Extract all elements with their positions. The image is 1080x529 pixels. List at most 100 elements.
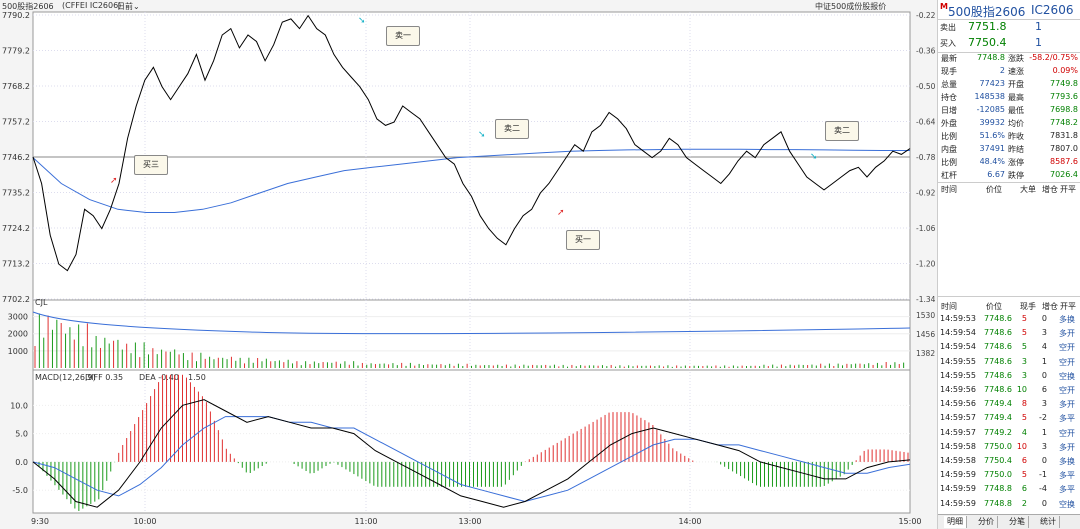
stat-label: 总量: [941, 80, 957, 89]
stat-value: 7807.0: [1050, 144, 1078, 153]
column-header: 开平: [1060, 302, 1076, 311]
tick-type: 多平: [1059, 485, 1075, 495]
panel-code: IC2606: [1031, 3, 1074, 17]
stat-row: 最新 7748.8 涨跌 -58.2/0.75%: [938, 52, 1080, 65]
tick-type: 多换: [1059, 457, 1075, 466]
panel-title: 500股指2606: [948, 5, 1026, 19]
stat-row: 比例 48.4% 涨停 8587.6: [938, 156, 1080, 169]
order-book: 卖出 7751.8 1 买入 7750.4 1: [938, 19, 1080, 53]
tick-time: 14:59:56: [940, 385, 976, 394]
stat-row: 内盘 37491 昨结 7807.0: [938, 143, 1080, 156]
sell-arrow-icon: ➘: [810, 152, 818, 162]
left-axis-tick: 7790.2: [2, 11, 30, 20]
tick-row[interactable]: 14:59:59 7748.8 2 0 空换: [938, 498, 1080, 511]
tick-price: 7748.6: [984, 342, 1012, 352]
stat-label: 最低: [1008, 106, 1024, 115]
ask-label: 卖出: [940, 23, 956, 32]
trade-note-sell1: 卖一: [386, 26, 420, 46]
stat-value: 8587.6: [1050, 157, 1078, 166]
tick-time: 14:59:59: [940, 498, 976, 508]
time-axis-tick: 11:00: [354, 517, 377, 526]
macd-diff-label: DIFF 0.35: [85, 373, 123, 382]
tick-row[interactable]: 14:59:56 7749.4 8 3 多开: [938, 398, 1080, 411]
tick-row[interactable]: 14:59:56 7748.6 10 6 空开: [938, 384, 1080, 397]
trade-note-buy3: 买三: [134, 155, 168, 175]
tick-volume: 6: [1021, 484, 1027, 494]
tick-oi-change: -4: [1039, 484, 1047, 494]
right-axis-tick: -1.20%: [916, 260, 935, 269]
panel-tab[interactable]: 统计: [1037, 516, 1060, 528]
tick-oi-change: 3: [1041, 328, 1047, 338]
oi-tick: 138256: [916, 349, 935, 358]
tick-oi-change: 0: [1041, 370, 1047, 380]
left-axis-tick: 7779.2: [2, 47, 30, 56]
left-axis-tick: 7757.2: [2, 118, 30, 127]
tick-row[interactable]: 14:59:59 7750.0 5 -1 多平: [938, 469, 1080, 482]
tick-volume: 10: [1016, 385, 1027, 394]
stat-row: 现手 2 速涨 0.09%: [938, 65, 1080, 78]
tick-oi-change: 3: [1041, 441, 1047, 451]
tick-volume: 5: [1021, 314, 1027, 323]
tick-price: 7750.0: [984, 470, 1012, 480]
stat-label: 昨收: [1008, 132, 1024, 141]
tick-type: 空开: [1059, 343, 1075, 353]
tick-type: 多换: [1059, 315, 1075, 324]
chart-area[interactable]: 7790.2 -0.22% 7779.2 -0.36% 7768.2 -0.50% 7757…: [0, 0, 935, 529]
tick-row[interactable]: 14:59:55 7748.6 3 0 空换: [938, 370, 1080, 383]
tick-price: 7750.4: [984, 456, 1012, 465]
tick-row[interactable]: 14:59:58 7750.4 6 0 多换: [938, 455, 1080, 468]
panel-tab[interactable]: 明细: [944, 516, 967, 528]
tick-oi-change: 4: [1041, 342, 1047, 352]
tick-row[interactable]: 14:59:53 7748.6 5 0 多换: [938, 313, 1080, 326]
stat-value: 37491: [979, 144, 1005, 153]
tick-row[interactable]: 14:59:54 7748.6 5 3 多开: [938, 327, 1080, 340]
stat-value: 7748.2: [1050, 118, 1078, 127]
stat-label: 比例: [941, 158, 957, 167]
tick-time: 14:59:59: [940, 484, 976, 494]
stat-label: 比例: [941, 132, 957, 141]
market-badge: M: [940, 2, 948, 11]
stat-value: 7793.6: [1050, 92, 1078, 101]
tick-row[interactable]: 14:59:55 7748.6 3 1 空开: [938, 356, 1080, 369]
ask-price: 7751.8: [968, 20, 1007, 33]
macd-tick: 5.0: [15, 430, 28, 439]
volume-tick: 2000: [8, 330, 28, 339]
tick-row[interactable]: 14:59:54 7748.6 5 4 空开: [938, 341, 1080, 354]
tick-oi-change: 1: [1041, 427, 1047, 437]
stat-label: 涨停: [1008, 158, 1024, 167]
tick-oi-change: 1: [1041, 356, 1047, 366]
panel-tab[interactable]: 分价: [975, 516, 998, 528]
ask-volume: 1: [1035, 20, 1042, 33]
tick-row[interactable]: 14:59:58 7750.0 10 3 多开: [938, 441, 1080, 454]
stat-label: 跌停: [1008, 171, 1024, 180]
tick-oi-change: -1: [1039, 470, 1047, 480]
right-axis-tick: -0.64%: [916, 118, 935, 127]
panel-tab[interactable]: 分笔: [1006, 516, 1029, 528]
tick-time: 14:59:54: [940, 328, 976, 338]
tick-volume: 2: [1021, 498, 1027, 508]
bid-price: 7750.4: [968, 36, 1007, 49]
stat-label: 昨结: [1008, 145, 1024, 154]
tick-time: 14:59:57: [940, 427, 976, 437]
tick-time: 14:59:55: [940, 370, 976, 380]
stat-label: 日增: [941, 106, 957, 115]
tick-row[interactable]: 14:59:57 7749.4 5 -2 多平: [938, 412, 1080, 425]
tick-time: 14:59:58: [940, 441, 976, 451]
tick-row[interactable]: 14:59:57 7749.2 4 1 空开: [938, 427, 1080, 440]
stat-label: 涨跌: [1008, 54, 1024, 63]
tick-price: 7748.8: [984, 484, 1012, 494]
quote-panel: M 500股指2606 IC2606 卖出 7751.8 1 买入 7750.4…: [937, 0, 1080, 529]
tick-type: 空换: [1059, 499, 1075, 509]
time-axis-tick: 10:00: [133, 517, 156, 526]
column-header: 开平: [1060, 185, 1076, 194]
macd-dea-label: DEA -0.40: [139, 373, 179, 382]
macd-tick: 0.0: [15, 458, 28, 467]
tick-oi-change: -2: [1039, 413, 1047, 423]
tick-row[interactable]: 14:59:59 7748.8 6 -4 多平: [938, 483, 1080, 496]
left-axis-tick: 7724.2: [2, 224, 30, 233]
tick-price: 7749.4: [984, 413, 1012, 423]
column-header: 增仓: [1042, 302, 1058, 311]
tick-time: 14:59:53: [940, 314, 976, 323]
tick-volume: 10: [1016, 441, 1027, 451]
tick-price: 7749.4: [984, 399, 1012, 409]
